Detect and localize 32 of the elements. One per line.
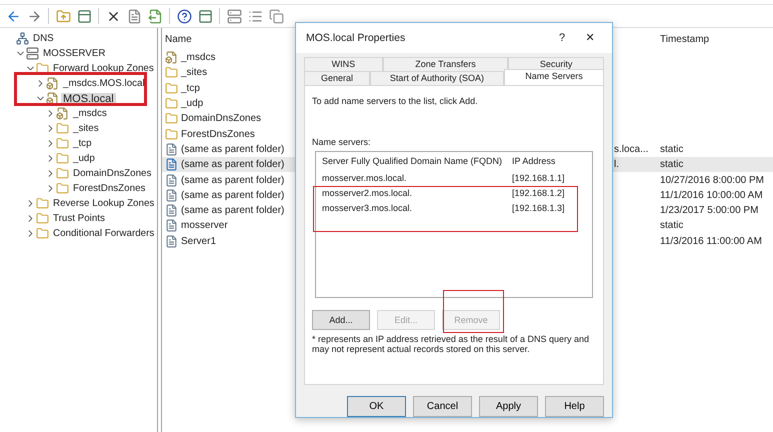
timestamp-cell: 1/23/2017 5:00:00 PM: [660, 205, 758, 216]
name-cell: DomainDnsZones: [181, 113, 262, 124]
note-text: * represents an IP address retrieved as the result of a DNS query and may not represent actual records stored on this server.: [312, 334, 590, 354]
instruction-text: To add name servers to the list, click Add.: [312, 96, 479, 106]
name-cell: (same as parent folder): [181, 159, 284, 170]
name-cell: _msdcs: [181, 52, 216, 64]
timestamp-cell: 11/3/2016 11:00:00 AM: [660, 236, 762, 247]
name-cell: _udp: [181, 98, 204, 110]
name-cell: mosserver: [181, 220, 228, 232]
name-cell: _tcp: [181, 82, 200, 94]
ip-cell: [192.168.1.2]: [512, 188, 565, 198]
name-cell: (same as parent folder): [181, 205, 284, 216]
name-cell: (same as parent folder): [181, 190, 284, 201]
timestamp-cell: 10/27/2016 8:00:00 PM: [660, 174, 764, 186]
data-cell: s.loca...: [614, 144, 648, 155]
timestamp-cell: static: [660, 220, 684, 232]
name-cell: (same as parent folder): [181, 144, 284, 155]
name-cell: (same as parent folder): [181, 174, 284, 186]
fqdn-cell-text: mosserver3.mos.local.: [322, 203, 414, 214]
dialog-title: MOS.local Properties: [306, 32, 406, 44]
data-cell: l.: [614, 159, 619, 170]
timestamp-cell: 11/1/2016 10:00:00 AM: [660, 190, 763, 201]
timestamp-cell: static: [660, 159, 684, 170]
name-cell: _sites: [181, 67, 208, 78]
fqdn-cell-text: mosserver2.mos.local.: [322, 188, 414, 198]
timestamp-cell: static: [660, 144, 684, 155]
name-cell: Server1: [181, 236, 216, 247]
ip-cell: [192.168.1.1]: [512, 173, 565, 184]
fqdn-cell-text: mosserver.mos.local.: [322, 173, 408, 184]
list-label: Name servers:: [312, 136, 372, 147]
name-cell: ForestDnsZones: [181, 128, 255, 140]
ip-cell: [192.168.1.3]: [512, 203, 565, 214]
